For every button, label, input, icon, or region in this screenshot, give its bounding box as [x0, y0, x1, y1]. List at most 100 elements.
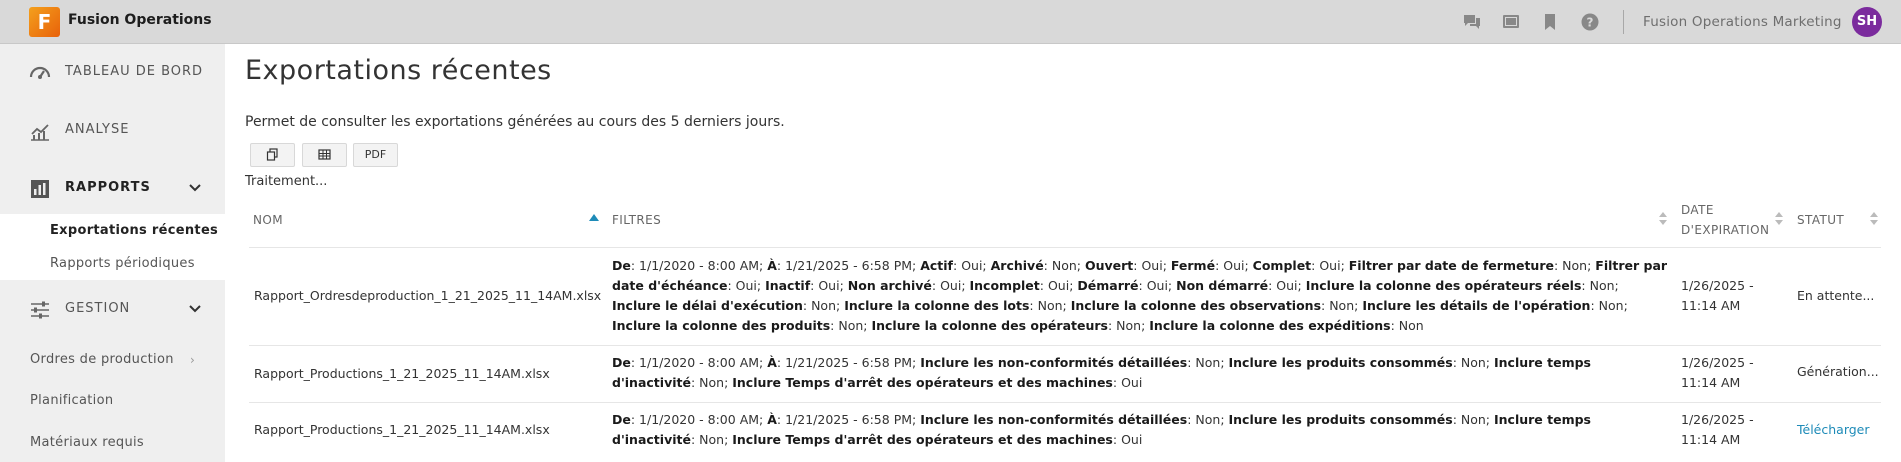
- expiry-date-text: 1/26/2025 -: [1681, 355, 1754, 370]
- sidebar-item-label: GESTION: [65, 301, 131, 316]
- filter-value: Oui: [961, 258, 983, 273]
- filter-value: Non: [1051, 258, 1077, 273]
- filter-value: 1/21/2025 - 6:58 PM: [785, 355, 913, 370]
- filter-value: Non: [1329, 298, 1355, 313]
- filter-key: Actif: [920, 258, 953, 273]
- download-link[interactable]: Télécharger: [1797, 420, 1870, 440]
- column-header-name[interactable]: NOM: [253, 210, 283, 230]
- filter-key: Filtrer par date de fermeture: [1348, 258, 1554, 273]
- sidebar-subitem-recent-exports[interactable]: Exportations récentes: [0, 214, 225, 247]
- filter-key: Inclure la colonne des expéditions: [1149, 318, 1391, 333]
- table-divider: [249, 402, 1881, 403]
- avatar[interactable]: SH: [1852, 7, 1882, 37]
- filter-value: Non: [1460, 412, 1486, 427]
- sidebar-item-label: TABLEAU DE BORD: [65, 64, 204, 79]
- sidebar-item-planning[interactable]: Planification: [0, 382, 225, 420]
- help-icon[interactable]: ?: [1580, 12, 1600, 32]
- excel-export-button[interactable]: [302, 143, 347, 167]
- row-expiry-date: 1/26/2025 - 11:14 AM: [1681, 276, 1754, 316]
- filter-key: Complet: [1252, 258, 1312, 273]
- filter-value: Oui: [1047, 278, 1070, 293]
- column-header-expiry-line1: DATE: [1681, 203, 1714, 217]
- sort-icon[interactable]: [1659, 212, 1667, 228]
- expiry-date-text: 1/26/2025 -: [1681, 278, 1754, 293]
- filter-value: 1/1/2020 - 8:00 AM: [639, 258, 760, 273]
- filter-value: Non: [811, 298, 836, 313]
- filter-key: Inclure la colonne des opérateurs réels: [1305, 278, 1582, 293]
- column-header-status[interactable]: STATUT: [1797, 210, 1844, 230]
- filter-value: Oui: [1121, 375, 1143, 390]
- filter-key: Inclure les non-conformités détaillées: [920, 355, 1188, 370]
- row-file-name: Rapport_Productions_1_21_2025_11_14AM.xl…: [254, 366, 550, 381]
- sidebar-item-reports[interactable]: RAPPORTS: [0, 160, 225, 218]
- analysis-chart-icon: [29, 120, 51, 142]
- sidebar-item-analysis[interactable]: ANALYSE: [0, 102, 225, 160]
- bookmark-icon[interactable]: [1540, 12, 1560, 32]
- filter-key: Inclure le délai d'exécution: [612, 298, 803, 313]
- filter-value: Oui: [1146, 278, 1168, 293]
- fusion-logo[interactable]: F: [29, 7, 60, 37]
- filter-value: 1/21/2025 - 6:58 PM: [785, 258, 913, 273]
- filter-value: Non: [1116, 318, 1142, 333]
- sliders-icon: [29, 299, 51, 321]
- row-expiry-date: 1/26/2025 - 11:14 AM: [1681, 410, 1754, 450]
- column-header-filters[interactable]: FILTRES: [612, 210, 661, 230]
- filter-value: Non: [1195, 355, 1221, 370]
- filter-key: Non démarré: [1176, 278, 1269, 293]
- filter-key: À: [767, 412, 777, 427]
- expiry-time-text: 11:14 AM: [1681, 375, 1741, 390]
- filter-value: Non: [1398, 318, 1424, 333]
- status-text: Génération...: [1797, 364, 1879, 379]
- sidebar-item-label: RAPPORTS: [65, 180, 151, 195]
- filter-key: Démarré: [1077, 278, 1139, 293]
- filter-key: Inclure la colonne des opérateurs: [871, 318, 1108, 333]
- dashboard-icon: [29, 62, 51, 84]
- row-filters: De: 1/1/2020 - 8:00 AM; À: 1/21/2025 - 6…: [612, 355, 1591, 390]
- filter-value: Non: [1589, 278, 1615, 293]
- table-icon: [318, 148, 331, 160]
- filter-value: Non: [1562, 258, 1588, 273]
- filter-key: Inactif: [765, 278, 811, 293]
- sidebar-subitem-label: Rapports périodiques: [50, 256, 195, 271]
- pdf-export-button[interactable]: PDF: [353, 143, 398, 167]
- screen-icon[interactable]: [1501, 12, 1521, 32]
- page-title: Exportations récentes: [245, 55, 552, 86]
- topbar-divider: [1623, 10, 1624, 34]
- organization-name[interactable]: Fusion Operations Marketing: [1643, 14, 1842, 30]
- app-title[interactable]: Fusion Operations: [68, 12, 212, 28]
- chevron-right-icon: ›: [190, 353, 195, 367]
- copy-button[interactable]: [250, 143, 295, 167]
- sort-icon[interactable]: [1775, 212, 1783, 228]
- sort-icon[interactable]: [1870, 212, 1878, 228]
- filter-value: Oui: [818, 278, 840, 293]
- sidebar-item-label: Ordres de production: [30, 352, 174, 367]
- filter-value: Oui: [1223, 258, 1245, 273]
- chat-icon[interactable]: [1462, 12, 1482, 32]
- row-file-name: Rapport_Productions_1_21_2025_11_14AM.xl…: [254, 422, 550, 437]
- filter-value: Non: [1195, 412, 1221, 427]
- sort-ascending-icon[interactable]: [589, 214, 599, 221]
- sidebar-item-dashboard[interactable]: TABLEAU DE BORD: [0, 44, 225, 102]
- filter-key: De: [612, 355, 631, 370]
- svg-text:?: ?: [1587, 16, 1594, 30]
- status-text: En attente...: [1797, 288, 1875, 303]
- filter-key: Archivé: [990, 258, 1044, 273]
- filter-value: Oui: [940, 278, 962, 293]
- filter-key: Non archivé: [847, 278, 932, 293]
- sidebar-item-label: ANALYSE: [65, 122, 130, 137]
- chevron-down-icon: [188, 301, 202, 315]
- page-description: Permet de consulter les exportations gén…: [245, 114, 785, 130]
- sidebar-item-management[interactable]: GESTION: [0, 281, 225, 339]
- sidebar-subitem-periodic-reports[interactable]: Rapports périodiques: [0, 247, 225, 280]
- sidebar-item-production-orders[interactable]: Ordres de production ›: [0, 341, 225, 379]
- sidebar-item-required-materials[interactable]: Matériaux requis: [0, 424, 225, 462]
- filter-value: 1/1/2020 - 8:00 AM: [639, 355, 760, 370]
- row-filters: De: 1/1/2020 - 8:00 AM; À: 1/21/2025 - 6…: [612, 258, 1668, 333]
- column-header-expiry[interactable]: DATE D'EXPIRATION: [1681, 200, 1769, 240]
- sidebar: TABLEAU DE BORD ANALYSE RAPPORTS Exporta…: [0, 44, 225, 462]
- filter-key: Inclure les produits consommés: [1228, 355, 1453, 370]
- filter-key: De: [612, 258, 631, 273]
- expiry-time-text: 11:14 AM: [1681, 432, 1741, 447]
- filter-key: Ouvert: [1084, 258, 1134, 273]
- table-divider: [249, 345, 1881, 346]
